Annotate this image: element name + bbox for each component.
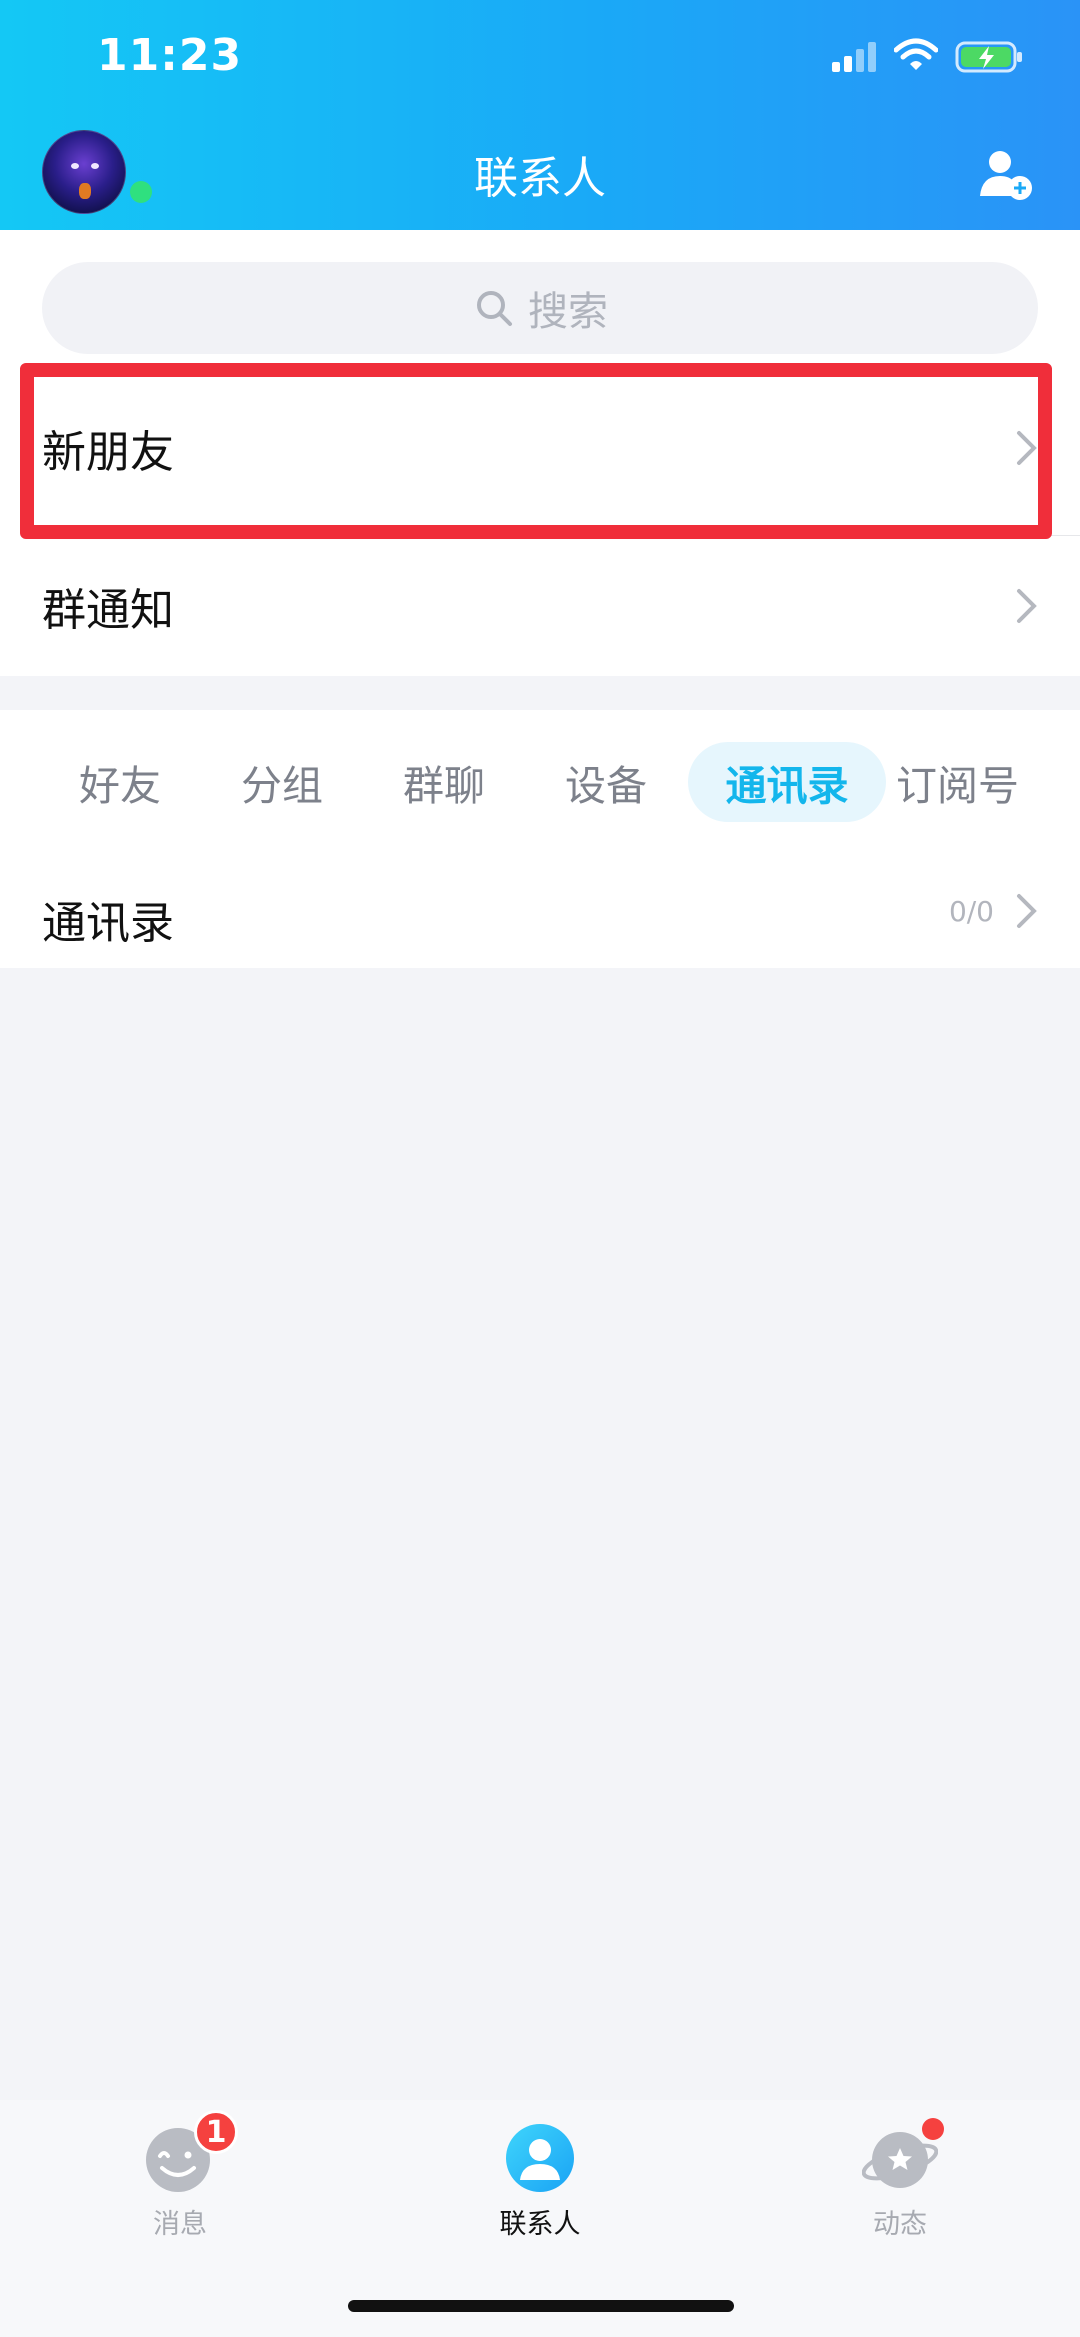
contacts-icon [506,2124,574,2192]
address-book-count: 0/0 [948,895,994,928]
search-area: 搜索 [0,230,1080,360]
chevron-right-icon [1017,589,1037,623]
add-friend-icon[interactable] [978,146,1034,202]
new-friends-label: 新朋友 [42,427,174,478]
chevron-right-icon [1017,431,1037,465]
address-book-row[interactable]: 通讯录 0/0 [0,855,1080,968]
signal-icon [832,42,876,72]
tabbar-feeds[interactable]: 动态 [820,2118,980,2241]
new-friends-row[interactable]: 新朋友 [0,360,1080,536]
home-indicator [348,2300,734,2312]
tabbar-contacts[interactable]: 联系人 [460,2120,620,2241]
status-time: 11:23 [97,30,243,81]
search-placeholder: 搜索 [528,289,608,335]
address-book-label: 通讯录 [42,898,174,949]
tab-group-chats[interactable]: 群聊 [368,742,520,822]
tabbar-contacts-label: 联系人 [499,2209,581,2240]
new-activity-dot [922,2118,944,2140]
tab-address-book[interactable]: 通讯录 [688,742,886,822]
chevron-right-icon [1017,894,1037,928]
app-header: 11:23 联系人 [0,0,1080,230]
tabbar-messages-label: 消息 [153,2209,207,2240]
search-icon [477,291,512,326]
tab-friends[interactable]: 好友 [44,742,196,822]
tab-subscriptions[interactable]: 订阅号 [896,742,1080,822]
page-title: 联系人 [474,153,606,204]
wifi-icon [894,38,938,70]
group-notice-row[interactable]: 群通知 [0,536,1080,676]
tab-groups[interactable]: 分组 [206,742,358,822]
contact-tabs: 好友 分组 群聊 设备 通讯录 订阅号 [0,710,1080,855]
tabbar-messages[interactable]: 1 消息 [100,2110,260,2241]
unread-badge: 1 [194,2110,238,2154]
group-notice-label: 群通知 [42,585,174,636]
tabbar-feeds-label: 动态 [873,2209,927,2240]
search-input[interactable]: 搜索 [42,262,1038,354]
battery-charging-icon [955,41,1022,73]
tab-devices[interactable]: 设备 [530,742,682,822]
